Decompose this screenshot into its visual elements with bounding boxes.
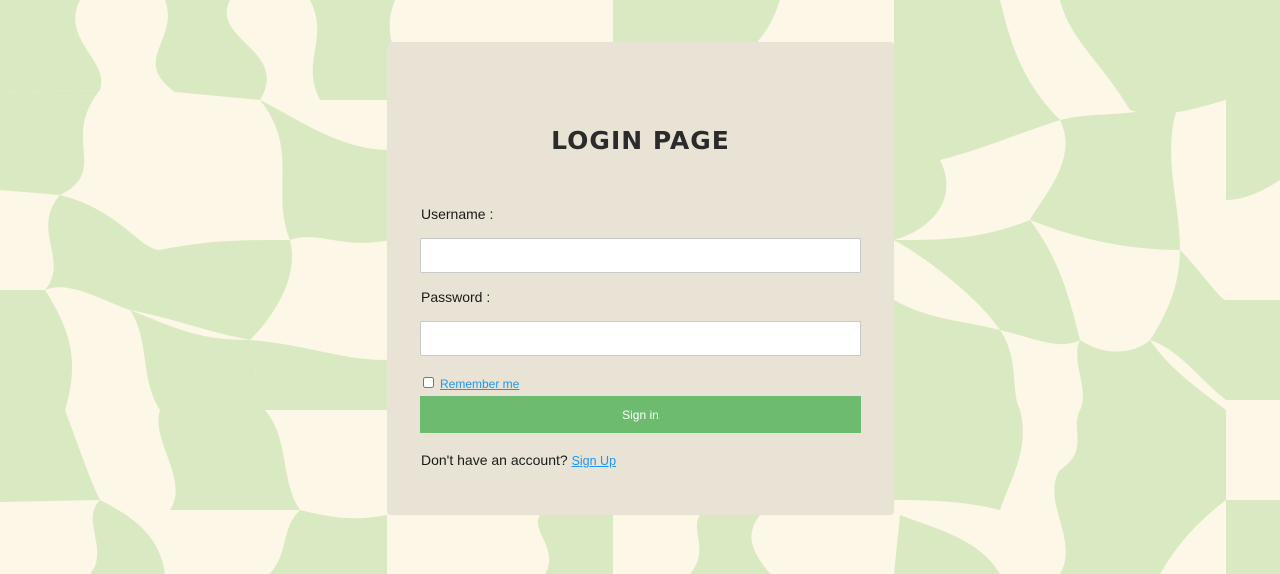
username-label: Username : bbox=[421, 206, 494, 222]
password-label: Password : bbox=[421, 289, 491, 305]
page-title: LOGIN PAGE bbox=[551, 126, 730, 155]
sign-up-link[interactable]: Sign Up bbox=[572, 454, 616, 468]
username-input[interactable] bbox=[420, 238, 861, 273]
remember-me-row: Remember me bbox=[423, 374, 519, 391]
remember-me-checkbox[interactable] bbox=[423, 376, 434, 388]
sign-in-button[interactable]: Sign in bbox=[420, 396, 861, 433]
login-card: LOGIN PAGE Username : Password : Remembe… bbox=[387, 42, 894, 515]
no-account-text: Don't have an account? bbox=[421, 452, 568, 468]
signup-row: Don't have an account? Sign Up bbox=[421, 452, 616, 468]
remember-me-link[interactable]: Remember me bbox=[440, 377, 519, 391]
password-input[interactable] bbox=[420, 321, 861, 356]
